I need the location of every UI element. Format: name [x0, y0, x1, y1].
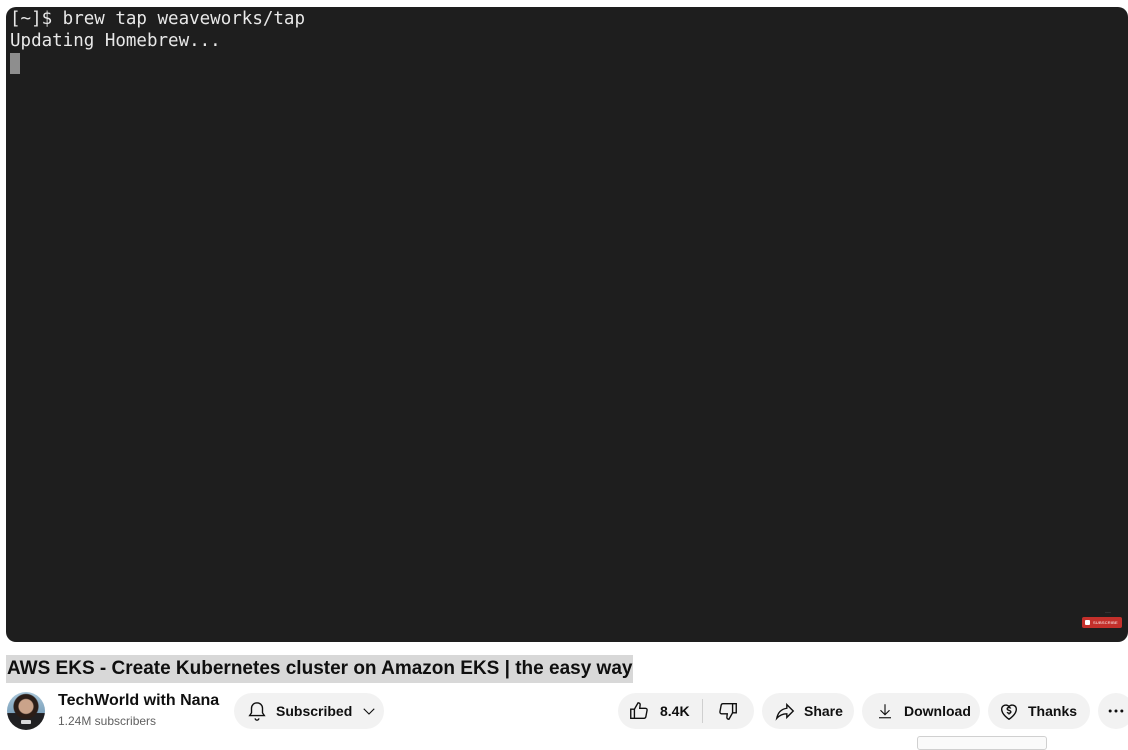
share-arrow-icon: [774, 700, 796, 722]
download-label: Download: [904, 703, 971, 719]
subscribe-watermark[interactable]: SUBSCRIBE: [1082, 617, 1122, 628]
subscriber-count: 1.24M subscribers: [58, 714, 157, 728]
download-icon: [876, 701, 894, 721]
bell-icon: [246, 700, 268, 722]
more-horizontal-icon: [1106, 701, 1126, 721]
channel-avatar[interactable]: [7, 692, 45, 730]
subscribed-label: Subscribed: [276, 703, 353, 719]
share-button[interactable]: Share: [762, 693, 854, 729]
video-player[interactable]: [~]$ brew tap weaveworks/tap Updating Hom…: [6, 7, 1128, 642]
terminal-line-1: [~]$ brew tap weaveworks/tap: [10, 9, 306, 29]
share-label: Share: [804, 703, 843, 719]
download-button[interactable]: Download: [862, 693, 980, 729]
subscribe-watermark-label: SUBSCRIBE: [1093, 620, 1118, 625]
thumbs-up-icon: [628, 700, 650, 722]
like-dislike-group: 8.4K: [618, 693, 754, 729]
terminal-output: [~]$ brew tap weaveworks/tap Updating Hom…: [10, 8, 305, 74]
video-title: AWS EKS - Create Kubernetes cluster on A…: [6, 655, 634, 683]
thanks-heart-dollar-icon: [998, 700, 1020, 722]
thanks-button[interactable]: Thanks: [988, 693, 1090, 729]
terminal-line-2: Updating Homebrew...: [10, 31, 221, 51]
terminal-cursor: [10, 52, 305, 74]
like-count: 8.4K: [660, 703, 690, 719]
tooltip-partial: [917, 736, 1047, 750]
dislike-button[interactable]: [703, 693, 753, 729]
channel-name[interactable]: TechWorld with Nana: [58, 692, 219, 710]
chevron-down-icon: [360, 702, 378, 720]
avatar-detail: [21, 720, 31, 724]
channel-row: TechWorld with Nana 1.24M subscribers Su…: [6, 690, 1128, 734]
thumbs-down-icon: [717, 700, 739, 722]
watermark-dots: ···: [1105, 610, 1111, 616]
more-actions-button[interactable]: [1098, 693, 1128, 729]
subscribed-button[interactable]: Subscribed: [234, 693, 384, 729]
thanks-label: Thanks: [1028, 703, 1078, 719]
youtube-logo-icon: [1085, 620, 1090, 625]
like-button[interactable]: 8.4K: [618, 693, 702, 729]
